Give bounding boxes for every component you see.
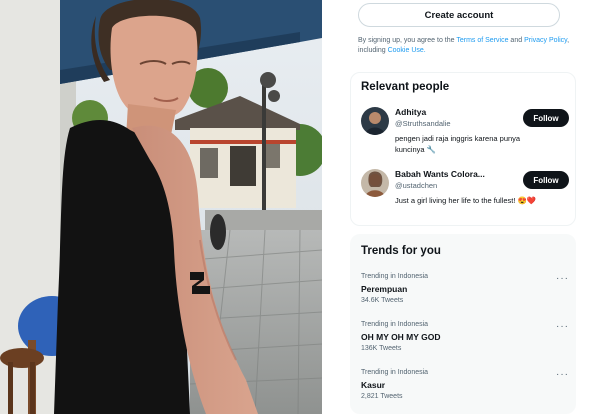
person-item[interactable]: Adhitya @Struthsandalie pengen jadi raja… [361, 107, 569, 167]
trend-context: Trending in Indonesia [361, 273, 429, 280]
trend-context: Trending in Indonesia [361, 321, 429, 328]
trend-context: Trending in Indonesia [361, 369, 429, 376]
cookie-link[interactable]: Cookie Use. [388, 47, 426, 54]
privacy-link[interactable]: Privacy Policy [524, 37, 567, 44]
avatar[interactable] [361, 169, 389, 197]
create-account-button[interactable]: Create account [358, 3, 560, 27]
trend-name[interactable]: Perempuan [361, 284, 407, 294]
trend-item[interactable]: Trending in Indonesia OH MY OH MY GOD 13… [361, 321, 569, 361]
person-bio: Just a girl living her life to the fulle… [395, 196, 537, 205]
follow-button[interactable]: Follow [523, 109, 569, 127]
trend-name[interactable]: OH MY OH MY GOD [361, 332, 441, 342]
person-name[interactable]: Babah Wants Colora... [395, 169, 485, 179]
signup-legal-text: By signing up, you agree to the Terms of… [358, 36, 572, 56]
trend-count: 136K Tweets [361, 345, 402, 352]
relevant-people-title: Relevant people [361, 81, 450, 93]
right-sidebar: Create account By signing up, you agree … [322, 0, 600, 414]
tweet-photo[interactable] [0, 0, 322, 414]
avatar[interactable] [361, 107, 389, 135]
person-item[interactable]: Babah Wants Colora... @ustadchen Just a … [361, 169, 569, 229]
trend-item[interactable]: Trending in Indonesia Kasur 2,821 Tweets… [361, 369, 569, 409]
more-icon[interactable]: ··· [556, 273, 569, 284]
person-name[interactable]: Adhitya [395, 107, 426, 117]
trend-count: 2,821 Tweets [361, 393, 403, 400]
trends-card: Trends for you Trending in Indonesia Per… [350, 234, 576, 414]
follow-button[interactable]: Follow [523, 171, 569, 189]
person-bio: pengen jadi raja inggris karena punya ku… [395, 134, 521, 154]
person-handle[interactable]: @Struthsandalie [395, 119, 451, 128]
more-icon[interactable]: ··· [556, 321, 569, 332]
trend-name[interactable]: Kasur [361, 380, 385, 390]
trends-title: Trends for you [361, 245, 441, 257]
legal-prefix: By signing up, you agree to the [358, 37, 455, 44]
more-icon[interactable]: ··· [556, 369, 569, 380]
trend-count: 34.6K Tweets [361, 297, 404, 304]
legal-and: and [510, 37, 523, 44]
terms-link[interactable]: Terms of Service [456, 37, 508, 44]
person-handle[interactable]: @ustadchen [395, 181, 437, 190]
relevant-people-card: Relevant people Adhitya @Struthsandalie … [350, 72, 576, 226]
trend-item[interactable]: Trending in Indonesia Perempuan 34.6K Tw… [361, 273, 569, 313]
photo-illustration [0, 0, 322, 414]
signup-card: Create account By signing up, you agree … [350, 0, 576, 64]
